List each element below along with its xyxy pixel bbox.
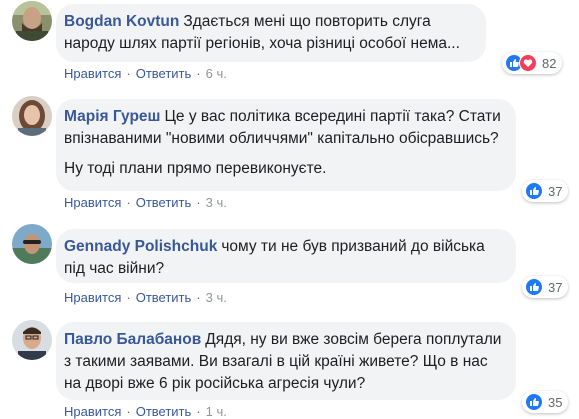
avatar[interactable] <box>12 224 52 264</box>
reaction-count: 82 <box>542 55 557 71</box>
reaction-count: 37 <box>548 183 563 199</box>
comment-author[interactable]: Павло Балабанов <box>64 331 201 348</box>
like-link[interactable]: Нравится <box>64 195 121 210</box>
separator-dot: · <box>126 290 131 305</box>
comment-text-2: Ну тоді плани прямо перевиконуєте. <box>64 160 327 177</box>
comment-author[interactable]: Марія Гуреш <box>64 108 160 125</box>
like-icon <box>525 393 543 411</box>
comment-actions: Нравится · Ответить · 3 ч. <box>64 290 227 305</box>
reaction-summary[interactable]: 37 <box>522 276 569 298</box>
reaction-count: 35 <box>548 394 563 410</box>
separator-dot: · <box>196 195 201 210</box>
love-icon <box>519 54 537 72</box>
separator-dot: · <box>126 66 131 81</box>
comment-author[interactable]: Bogdan Kovtun <box>64 13 179 30</box>
separator-dot: · <box>196 66 201 81</box>
like-icon <box>525 278 543 296</box>
comment-bubble: Марія Гуреш Це у вас політика всередині п… <box>56 99 516 191</box>
reply-link[interactable]: Ответить <box>136 195 192 210</box>
reaction-count: 37 <box>548 279 563 295</box>
comment-timestamp[interactable]: 6 ч. <box>206 66 227 81</box>
separator-dot: · <box>196 290 201 305</box>
reaction-summary[interactable]: 37 <box>522 180 569 202</box>
comment-bubble: Павло Балабанов Дядя, ну ви вже зовсім бе… <box>56 322 516 400</box>
avatar[interactable] <box>12 320 52 360</box>
like-link[interactable]: Нравится <box>64 66 121 81</box>
reaction-summary[interactable]: 35 <box>522 391 569 413</box>
reaction-summary[interactable]: 82 <box>502 52 563 74</box>
reply-link[interactable]: Ответить <box>136 66 192 81</box>
comment-bubble: Gennady Polishchuk чому ти не був призван… <box>56 229 516 283</box>
comment-bubble: Bogdan Kovtun Здається мені що повторить … <box>56 4 486 62</box>
comment-timestamp[interactable]: 3 ч. <box>206 195 227 210</box>
like-icon <box>525 182 543 200</box>
avatar[interactable] <box>12 96 52 136</box>
comment-author[interactable]: Gennady Polishchuk <box>64 238 217 255</box>
like-link[interactable]: Нравится <box>64 290 121 305</box>
separator-dot: · <box>126 195 131 210</box>
comment-timestamp[interactable]: 3 ч. <box>206 290 227 305</box>
reply-link[interactable]: Ответить <box>136 290 192 305</box>
avatar[interactable] <box>12 1 52 41</box>
comment-actions: Нравится · Ответить · 6 ч. <box>64 66 227 81</box>
comment-actions: Нравится · Ответить · 3 ч. <box>64 195 227 210</box>
